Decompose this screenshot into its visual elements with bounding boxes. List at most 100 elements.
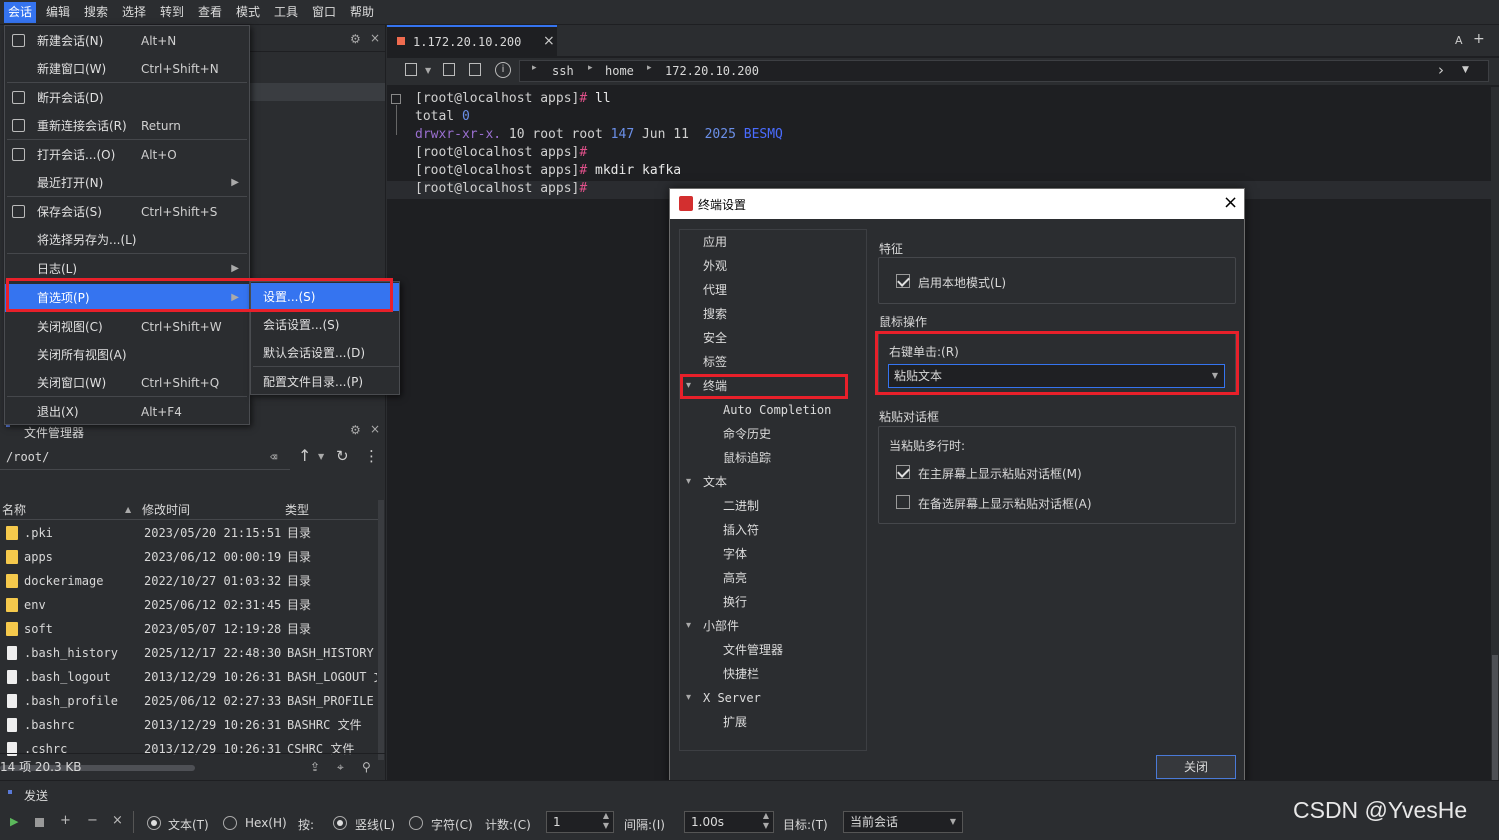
menu-item-6[interactable]: 保存会话(S) Ctrl+Shift+S (5, 198, 249, 226)
tree-item[interactable]: 鼠标追踪 (723, 446, 771, 470)
menu-3[interactable]: 选择 (118, 2, 150, 23)
menu-item-11[interactable]: 关闭所有视图(A) (5, 341, 249, 369)
breadcrumb-ssh[interactable]: ssh (552, 64, 574, 78)
menu-item-0[interactable]: 新建会话(N) Alt+N (5, 27, 249, 55)
menu-item-4[interactable]: 打开会话...(O) Alt+O (5, 141, 249, 169)
menu-9[interactable]: 帮助 (346, 2, 378, 23)
menu-item-5[interactable]: 最近打开(N) ▶ (5, 169, 249, 197)
menu-item-13[interactable]: 退出(X) Alt+F4 (5, 398, 249, 426)
local-mode-checkbox[interactable] (896, 274, 910, 288)
submenu-item-3[interactable]: 配置文件目录...(P) (251, 368, 399, 396)
tree-item[interactable]: 插入符 (723, 518, 759, 542)
tree-item[interactable]: 快捷栏 (723, 662, 759, 686)
paste-alt-checkbox[interactable] (896, 495, 910, 509)
breadcrumb-host[interactable]: 172.20.10.200 (665, 64, 759, 78)
tree-item[interactable]: 高亮 (723, 566, 747, 590)
close-tab-icon[interactable]: × (543, 33, 555, 49)
close-button[interactable]: 关闭 (1156, 755, 1236, 779)
vertical-scrollbar[interactable] (378, 500, 384, 760)
col-time[interactable]: 修改时间 (142, 500, 190, 520)
table-row[interactable]: env 2025/06/12 02:31:45 目录 (0, 593, 378, 617)
chevron-down-icon[interactable]: ▼ (1462, 65, 1469, 75)
table-row[interactable]: .pki 2023/05/20 21:15:51 目录 (0, 521, 378, 545)
col-type[interactable]: 类型 (285, 500, 309, 520)
tree-item[interactable]: 扩展 (723, 710, 747, 734)
table-row[interactable]: soft 2023/05/07 12:19:28 目录 (0, 617, 378, 641)
menu-item-7[interactable]: 将选择另存为...(L) (5, 226, 249, 254)
tree-expand-icon[interactable]: ▾ (686, 374, 691, 398)
submenu-item-1[interactable]: 会话设置...(S) (251, 311, 399, 339)
menu-0[interactable]: 会话 (4, 2, 37, 23)
menu-item-8[interactable]: 日志(L) ▶ (5, 255, 249, 283)
tree-expand-icon[interactable]: ▾ (686, 614, 691, 638)
upload-icon[interactable]: ⇪ (310, 754, 320, 781)
clear-icon[interactable]: ⌫ (270, 444, 277, 470)
table-row[interactable]: dockerimage 2022/10/27 01:03:32 目录 (0, 569, 378, 593)
tree-item[interactable]: 外观 (703, 254, 727, 278)
submenu-item-0[interactable]: 设置...(S) (251, 283, 399, 311)
paste-alt-label[interactable]: 在备选屏幕上显示粘贴对话框(A) (918, 495, 1092, 512)
tree-item[interactable]: 应用 (703, 230, 727, 254)
menu-4[interactable]: 转到 (156, 2, 188, 23)
tree-item[interactable]: 字体 (723, 542, 747, 566)
info-icon[interactable]: i (495, 62, 511, 78)
local-mode-label[interactable]: 启用本地模式(L) (918, 274, 1006, 291)
chevron-down-icon[interactable]: ▼ (318, 452, 324, 461)
more-icon[interactable]: ⋮ (364, 447, 379, 465)
interval-stepper[interactable]: 1.00s ▲ ▼ (684, 811, 774, 833)
tree-item[interactable]: Auto Completion (723, 398, 831, 422)
dialog-titlebar[interactable]: 终端设置 × (670, 189, 1244, 219)
refresh-icon[interactable]: ↻ (336, 447, 349, 465)
menu-5[interactable]: 查看 (194, 2, 226, 23)
submenu-item-2[interactable]: 默认会话设置...(D) (251, 339, 399, 367)
text-radio[interactable] (147, 816, 161, 830)
menu-item-12[interactable]: 关闭窗口(W) Ctrl+Shift+Q (5, 369, 249, 397)
table-row[interactable]: .bash_logout 2013/12/29 10:26:31 BASH_LOGO… (0, 665, 378, 689)
menu-1[interactable]: 编辑 (42, 2, 74, 23)
play-icon[interactable]: ▶ (10, 815, 18, 828)
tree-item[interactable]: 代理 (703, 278, 727, 302)
session-list-selected-row[interactable] (250, 83, 385, 101)
breadcrumb-home[interactable]: home (605, 64, 634, 78)
tab-session[interactable]: 1.172.20.10.200 × (387, 25, 557, 57)
table-row[interactable]: .bash_history 2025/12/17 22:48:30 BASH_HIS… (0, 641, 378, 665)
chevron-right-icon[interactable]: › (1438, 61, 1444, 79)
duplicate-icon[interactable] (443, 63, 455, 76)
path-input[interactable]: /root/ ⌫ (0, 444, 290, 470)
stepper-arrows-icon[interactable]: ▲ ▼ (603, 811, 609, 831)
stepper-arrows-icon[interactable]: ▲ ▼ (763, 811, 769, 831)
table-row[interactable]: .bash_profile 2025/06/12 02:27:33 BASH_PRO… (0, 689, 378, 713)
location-icon[interactable]: ⌖ (337, 754, 344, 781)
menu-item-2[interactable]: 断开会话(D) (5, 84, 249, 112)
terminal-scroll-thumb[interactable] (1492, 655, 1498, 780)
close-icon[interactable]: × (370, 422, 380, 436)
hex-radio[interactable] (223, 816, 237, 830)
tree-item[interactable]: 安全 (703, 326, 727, 350)
add-icon[interactable]: + (60, 813, 71, 828)
gear-icon[interactable]: ⚙ (350, 32, 361, 46)
paste-main-label[interactable]: 在主屏幕上显示粘贴对话框(M) (918, 465, 1082, 482)
fold-icon[interactable] (391, 94, 401, 104)
char-option-label[interactable]: 字符(C) (431, 816, 473, 833)
tree-item[interactable]: 换行 (723, 590, 747, 614)
close-icon[interactable]: × (1223, 192, 1238, 213)
tree-item[interactable]: 标签 (703, 350, 727, 374)
tree-item[interactable]: 文件管理器 (723, 638, 783, 662)
right-click-select[interactable]: 粘贴文本 ▼ (888, 364, 1225, 388)
tree-item[interactable]: 二进制 (723, 494, 759, 518)
tree-expand-icon[interactable]: ▾ (686, 470, 691, 494)
copy-icon[interactable] (469, 63, 481, 76)
table-row[interactable]: .bashrc 2013/12/29 10:26:31 BASHRC 文件 (0, 713, 378, 737)
tree-expand-icon[interactable]: ▾ (686, 686, 691, 710)
menu-item-3[interactable]: 重新连接会话(R) Return (5, 112, 249, 140)
table-row[interactable]: apps 2023/06/12 00:00:19 目录 (0, 545, 378, 569)
menu-6[interactable]: 模式 (232, 2, 264, 23)
menu-item-1[interactable]: 新建窗口(W) Ctrl+Shift+N (5, 55, 249, 83)
paste-main-checkbox[interactable] (896, 465, 910, 479)
chevron-down-icon[interactable]: ▼ (425, 66, 431, 75)
line-option-label[interactable]: 竖线(L) (355, 816, 395, 833)
stop-icon[interactable] (35, 818, 44, 827)
target-select[interactable]: 当前会话 ▼ (843, 811, 963, 833)
tree-item[interactable]: 命令历史 (723, 422, 771, 446)
menu-8[interactable]: 窗口 (308, 2, 340, 23)
